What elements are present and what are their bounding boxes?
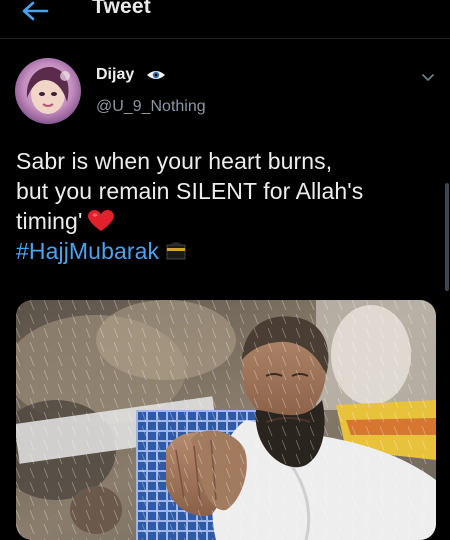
tweet-line-text: timing' (16, 208, 83, 234)
red-heart-icon (88, 210, 115, 231)
tweet-line: but you remain SILENT for Allah's (16, 178, 364, 204)
eye-emoji-icon (147, 71, 165, 79)
tweet-photo[interactable] (16, 300, 436, 540)
chevron-down-icon[interactable] (418, 68, 438, 86)
avatar[interactable] (15, 58, 81, 124)
tweet-line-3: timing' (16, 206, 436, 236)
tweet-line-4: #HajjMubarak (16, 236, 436, 266)
top-bar: Tweet (0, 0, 450, 39)
author-handle[interactable]: @U_9_Nothing (96, 98, 206, 116)
tweet-text: Sabr is when your heart burns, but you r… (16, 146, 436, 266)
author-name[interactable]: Dijay (96, 66, 134, 84)
tweet-line: Sabr is when your heart burns, (16, 148, 333, 174)
back-button[interactable] (18, 0, 52, 22)
scrollbar-thumb[interactable] (445, 183, 449, 291)
hashtag-link[interactable]: #HajjMubarak (16, 238, 159, 264)
page-title: Tweet (92, 0, 151, 18)
arrow-left-icon (22, 1, 49, 21)
kaaba-icon (166, 242, 186, 260)
